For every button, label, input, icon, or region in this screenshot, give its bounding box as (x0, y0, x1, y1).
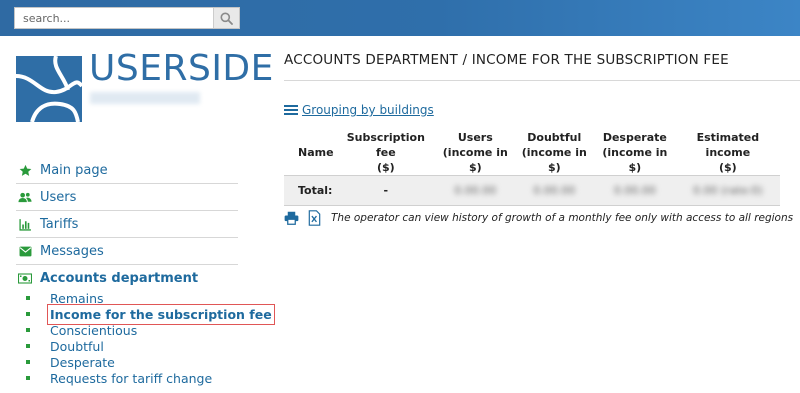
col-header-doubtful-income[interactable]: Doubtful (income in $) (515, 130, 594, 176)
submenu-item-label: Remains (50, 290, 104, 306)
col-header-desperate-income[interactable]: Desperate (income in $) (594, 130, 676, 176)
list-icon (284, 105, 298, 115)
title-divider (284, 80, 800, 81)
envelope-icon (18, 244, 32, 258)
submenu-item-remains[interactable]: Remains (26, 290, 272, 306)
logo-mark-icon (16, 56, 82, 122)
sidebar-item-accounts-department[interactable]: Accounts department (16, 265, 238, 291)
submenu-item-doubtful[interactable]: Doubtful (26, 338, 272, 354)
bullet-icon (26, 296, 30, 300)
submenu-item-label: Requests for tariff change (50, 370, 213, 386)
sidebar-item-label: Main page (40, 162, 108, 178)
bullet-icon (26, 360, 30, 364)
app-logo[interactable]: USERSIDE (16, 48, 273, 122)
submenu-item-desperate[interactable]: Desperate (26, 354, 272, 370)
search-icon (220, 12, 233, 25)
sidebar-item-users[interactable]: Users (16, 184, 238, 211)
total-subscription-fee: - (335, 175, 437, 206)
accounts-submenu: Remains Income for the subscription fee … (26, 290, 275, 386)
sidebar-item-label: Accounts department (40, 270, 199, 286)
search-input[interactable] (15, 8, 213, 28)
star-icon (18, 163, 32, 177)
search-button[interactable] (213, 8, 239, 28)
logo-subtitle-blurred (90, 92, 200, 104)
submenu-item-label: Doubtful (50, 338, 104, 354)
submenu-item-conscientious[interactable]: Conscientious (26, 322, 272, 338)
total-users-income: 0.00.00 (436, 175, 515, 206)
table-header-row: Name Subscription fee ($) Users (income in… (284, 130, 780, 176)
total-label: Total: (284, 175, 336, 206)
excel-export-icon[interactable] (306, 210, 322, 226)
sidebar-item-label: Messages (40, 243, 104, 259)
grouping-link-label: Grouping by buildings (302, 103, 434, 117)
bullet-icon (26, 376, 30, 380)
submenu-item-label: Income for the subscription fee (47, 303, 275, 325)
grouping-by-buildings-link[interactable]: Grouping by buildings (284, 103, 434, 117)
col-header-users-income[interactable]: Users (income in $) (436, 130, 514, 176)
sidebar-item-label: Users (40, 189, 77, 205)
page-title: ACCOUNTS DEPARTMENT / INCOME FOR THE SUB… (284, 52, 729, 68)
sidebar-item-messages[interactable]: Messages (16, 238, 238, 265)
total-estimated-income: 0.00 (rate:0) (675, 175, 780, 206)
submenu-item-income-subscription-fee[interactable]: Income for the subscription fee (26, 303, 275, 325)
total-doubtful-income: 0.00.00 (514, 175, 595, 206)
sidebar-item-label: Tariffs (40, 216, 79, 232)
col-header-estimated-income[interactable]: Estimated income ($) (676, 130, 780, 176)
col-header-name[interactable]: Name (284, 130, 336, 176)
sidebar-item-tariffs[interactable]: Tariffs (16, 211, 238, 238)
submenu-item-tariff-change-requests[interactable]: Requests for tariff change (26, 370, 272, 386)
income-table: Name Subscription fee ($) Users (income in… (284, 130, 780, 206)
top-bar (0, 0, 800, 36)
col-header-subscription-fee[interactable]: Subscription fee ($) (336, 130, 437, 176)
sidebar-item-main-page[interactable]: Main page (16, 157, 238, 184)
sidebar-menu: Main page Users Tariffs Messages Account… (16, 157, 238, 291)
print-icon[interactable] (283, 210, 299, 226)
total-desperate-income: 0.00.00 (594, 175, 676, 206)
table-row-total: Total: - 0.00.00 0.00.00 0.00.00 0.00 (r… (284, 175, 780, 206)
users-icon (18, 190, 32, 204)
submenu-item-label: Desperate (50, 354, 115, 370)
bullet-icon (26, 312, 30, 316)
money-icon (18, 271, 32, 285)
logo-text: USERSIDE (89, 48, 274, 89)
bar-chart-icon (18, 217, 32, 231)
submenu-item-label: Conscientious (50, 322, 138, 338)
access-note: The operator can view history of growth … (331, 212, 794, 224)
bullet-icon (26, 328, 30, 332)
search-box (14, 7, 240, 29)
export-tools: The operator can view history of growth … (283, 210, 793, 226)
bullet-icon (26, 344, 30, 348)
